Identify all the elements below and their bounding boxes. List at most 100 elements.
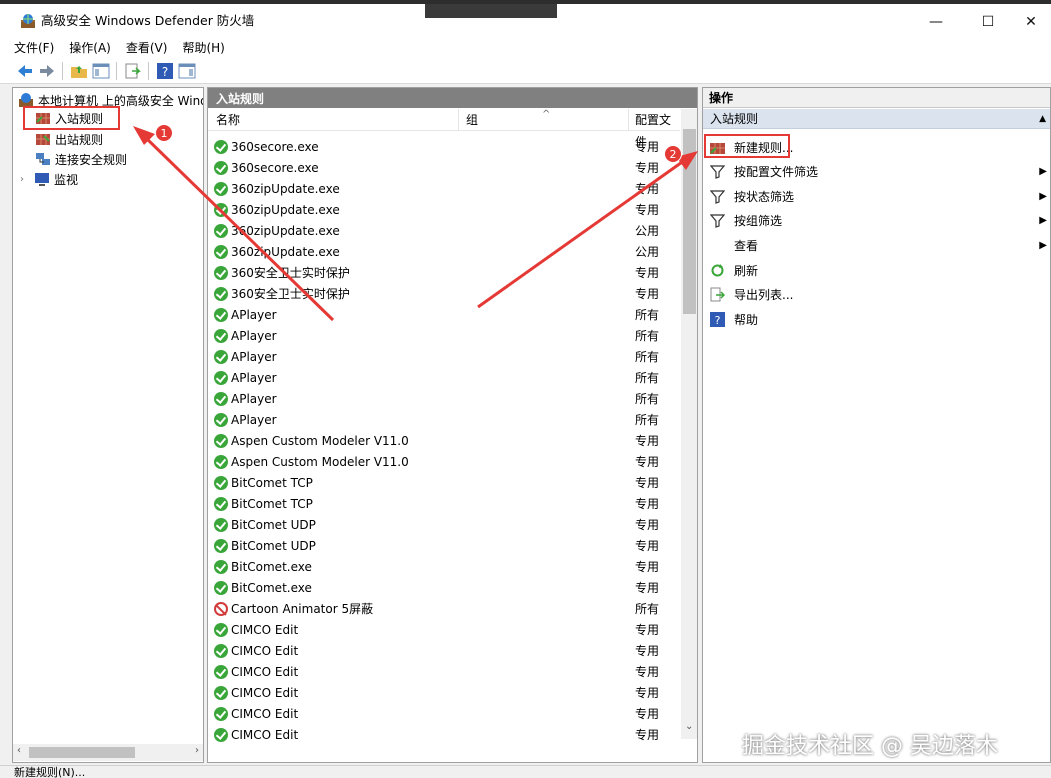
back-arrow-icon[interactable]	[16, 62, 34, 80]
action-item[interactable]: ? 帮助	[703, 307, 1050, 331]
allow-rule-icon	[214, 434, 228, 448]
rule-profile: 专用	[635, 161, 660, 175]
submenu-arrow-icon: ▶	[1039, 166, 1047, 178]
scroll-left-icon[interactable]: ‹	[17, 745, 21, 756]
rule-profile: 专用	[635, 497, 660, 511]
allow-rule-icon	[214, 644, 228, 658]
rule-name: BitComet TCP	[231, 476, 313, 490]
table-row[interactable]: BitComet.exe 专用	[208, 557, 680, 578]
rules-vertical-scrollbar[interactable]: ⌄	[681, 109, 697, 739]
menu-file[interactable]: 文件(F)	[14, 39, 54, 56]
scroll-thumb[interactable]	[683, 129, 696, 314]
action-item[interactable]: 查看 ▶	[703, 233, 1050, 257]
menu-action[interactable]: 操作(A)	[69, 39, 111, 56]
chevron-right-icon[interactable]: ›	[20, 174, 34, 185]
table-row[interactable]: CIMCO Edit 专用	[208, 641, 680, 662]
rule-profile: 专用	[635, 581, 660, 595]
allow-rule-icon	[214, 224, 228, 238]
menu-view[interactable]: 查看(V)	[126, 39, 168, 56]
forward-arrow-icon[interactable]	[38, 62, 56, 80]
action-pane-icon[interactable]	[178, 62, 196, 80]
rule-profile: 所有	[635, 350, 660, 364]
rule-name: APlayer	[231, 329, 277, 343]
action-item[interactable]: 按组筛选 ▶	[703, 209, 1050, 233]
table-row[interactable]: APlayer 所有	[208, 305, 680, 326]
actions-section-label: 入站规则	[710, 112, 759, 126]
column-profile[interactable]: 配置文件	[635, 109, 680, 149]
column-separator[interactable]	[628, 109, 629, 131]
actions-section-header[interactable]: 入站规则 ▲	[703, 109, 1050, 129]
rule-profile: 专用	[635, 560, 660, 574]
column-group[interactable]: 组	[466, 109, 478, 131]
export-icon	[710, 287, 726, 302]
rule-name: 360secore.exe	[231, 140, 319, 154]
table-row[interactable]: BitComet UDP 专用	[208, 536, 680, 557]
action-item[interactable]: 按状态筛选 ▶	[703, 184, 1050, 208]
scroll-down-icon[interactable]: ⌄	[685, 721, 693, 732]
actions-header: 操作	[703, 88, 1050, 108]
table-row[interactable]: CIMCO Edit 专用	[208, 620, 680, 641]
close-button[interactable]: ✕	[1008, 8, 1051, 36]
folder-up-icon[interactable]	[70, 62, 88, 80]
minimize-button[interactable]: —	[913, 8, 959, 36]
rule-profile: 所有	[635, 413, 660, 427]
help-icon[interactable]: ?	[156, 62, 174, 80]
table-row[interactable]: CIMCO Edit 专用	[208, 683, 680, 704]
table-row[interactable]: Cartoon Animator 5屏蔽 所有	[208, 599, 680, 620]
table-row[interactable]: CIMCO Edit 专用	[208, 725, 680, 746]
column-separator[interactable]	[458, 109, 459, 131]
table-row[interactable]: CIMCO Edit 专用	[208, 662, 680, 683]
tree-item-connection-security-rules[interactable]: 连接安全规则	[35, 149, 127, 169]
table-row[interactable]: BitComet TCP 专用	[208, 494, 680, 515]
table-row[interactable]: BitComet TCP 专用	[208, 473, 680, 494]
menu-help[interactable]: 帮助(H)	[182, 39, 224, 56]
table-row[interactable]: 360zipUpdate.exe 公用	[208, 221, 680, 242]
console-tree-icon[interactable]	[92, 62, 110, 80]
table-row[interactable]: 360secore.exe 专用	[208, 137, 680, 158]
rule-name: BitComet UDP	[231, 539, 316, 553]
table-row[interactable]: 360zipUpdate.exe 专用	[208, 200, 680, 221]
column-name[interactable]: 名称	[216, 109, 240, 131]
allow-rule-icon	[214, 308, 228, 322]
table-row[interactable]: 360zipUpdate.exe 公用	[208, 242, 680, 263]
table-row[interactable]: APlayer 所有	[208, 347, 680, 368]
action-item[interactable]: 导出列表...	[703, 283, 1050, 307]
rule-profile: 专用	[635, 434, 660, 448]
rule-profile: 专用	[635, 140, 660, 154]
allow-rule-icon	[214, 329, 228, 343]
table-row[interactable]: 360安全卫士实时保护 专用	[208, 263, 680, 284]
action-label: 按组筛选	[734, 214, 783, 229]
maximize-button[interactable]: ☐	[965, 8, 1011, 36]
table-row[interactable]: 360zipUpdate.exe 专用	[208, 179, 680, 200]
table-row[interactable]: APlayer 所有	[208, 410, 680, 431]
table-row[interactable]: 360secore.exe 专用	[208, 158, 680, 179]
collapse-up-icon[interactable]: ▲	[1039, 114, 1046, 124]
scroll-thumb[interactable]	[29, 747, 135, 758]
table-row[interactable]: APlayer 所有	[208, 368, 680, 389]
rule-name: 360zipUpdate.exe	[231, 245, 340, 259]
table-row[interactable]: CIMCO Edit 专用	[208, 704, 680, 725]
table-row[interactable]: BitComet.exe 专用	[208, 578, 680, 599]
table-row[interactable]: Aspen Custom Modeler V11.0 专用	[208, 431, 680, 452]
table-row[interactable]: Aspen Custom Modeler V11.0 专用	[208, 452, 680, 473]
rule-name: CIMCO Edit	[231, 665, 299, 679]
action-item[interactable]: 刷新	[703, 258, 1050, 282]
filter-icon	[709, 164, 726, 179]
table-row[interactable]: APlayer 所有	[208, 326, 680, 347]
action-item[interactable]: 按配置文件筛选 ▶	[703, 160, 1050, 184]
tree-item-monitoring[interactable]: › 监视	[20, 169, 78, 189]
table-row[interactable]: 360安全卫士实时保护 专用	[208, 284, 680, 305]
export-icon[interactable]	[124, 62, 142, 80]
window-title: 高级安全 Windows Defender 防火墙	[41, 13, 255, 28]
allow-rule-icon	[214, 581, 228, 595]
table-row[interactable]: APlayer 所有	[208, 389, 680, 410]
scroll-right-icon[interactable]: ›	[195, 745, 199, 756]
table-row[interactable]: BitComet UDP 专用	[208, 515, 680, 536]
rule-profile: 专用	[635, 518, 660, 532]
tree-horizontal-scrollbar[interactable]: ‹ ›	[13, 744, 203, 761]
rule-name: APlayer	[231, 308, 277, 322]
tree-item-outbound-rules[interactable]: 出站规则	[35, 129, 103, 149]
svg-text:?: ?	[715, 314, 721, 327]
toolbar-separator	[116, 62, 117, 80]
rule-name: 360zipUpdate.exe	[231, 182, 340, 196]
